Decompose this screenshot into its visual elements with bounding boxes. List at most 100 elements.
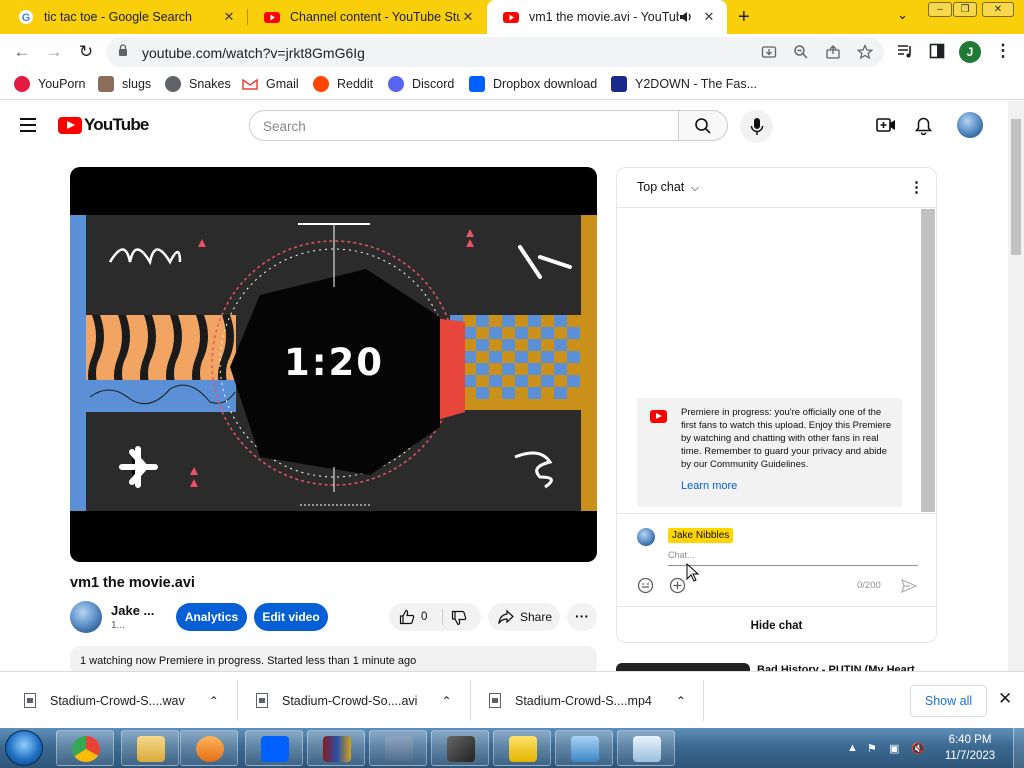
bookmark-dropbox[interactable]: Dropbox download <box>469 76 597 92</box>
chevron-up-icon[interactable]: ⌃ <box>441 694 451 708</box>
more-actions-icon[interactable]: ··· <box>567 603 597 631</box>
channel-avatar[interactable] <box>957 112 983 138</box>
owner-name[interactable]: Jake ... <box>111 603 154 618</box>
address-bar[interactable]: youtube.com/watch?v=jrkt8GmG6Ig <box>106 37 884 67</box>
bookmark-youporn[interactable]: YouPorn <box>14 76 86 92</box>
tab-youtube-studio[interactable]: Channel content - YouTube Studio ✕ <box>248 0 486 34</box>
minimize-icon[interactable]: – <box>928 2 952 17</box>
clock-time: 6:40 PM <box>948 734 992 746</box>
speaker-icon[interactable] <box>679 10 693 24</box>
thumbs-up-icon[interactable] <box>399 609 415 625</box>
taskbar-film[interactable] <box>431 730 489 766</box>
network-icon[interactable]: ▣ <box>889 742 899 755</box>
taskbar-winrar[interactable] <box>307 730 365 766</box>
taskbar-image-viewer[interactable] <box>555 730 613 766</box>
chevron-down-icon[interactable]: ⌄ <box>897 7 908 23</box>
volume-muted-icon[interactable]: 🔇 <box>911 742 925 755</box>
share-arrow-icon <box>498 610 514 624</box>
share-page-icon[interactable] <box>825 44 841 60</box>
zoom-icon[interactable] <box>793 44 809 60</box>
scrollbar-thumb[interactable] <box>1011 119 1021 255</box>
voice-search-button[interactable] <box>740 110 773 143</box>
tab-google-search[interactable]: G tic tac toe - Google Search ✕ <box>2 0 247 34</box>
char-counter: 0/200 <box>857 580 881 591</box>
search-input[interactable]: Search <box>249 110 679 141</box>
taskbar-explorer[interactable] <box>121 730 179 766</box>
learn-more-link[interactable]: Learn more <box>681 480 737 492</box>
chat-mode-dropdown[interactable]: Top chat ⌵ <box>637 180 699 195</box>
video-player[interactable]: 1:20 <box>70 167 597 562</box>
start-button[interactable] <box>5 730 43 766</box>
download-item[interactable]: Stadium-Crowd-So....avi ⌃ <box>256 672 452 729</box>
show-desktop-button[interactable] <box>1013 728 1024 768</box>
chevron-up-icon[interactable]: ⌃ <box>676 694 686 708</box>
youtube-logo[interactable]: YouTube <box>58 115 149 135</box>
show-all-button[interactable]: Show all <box>910 685 987 717</box>
search-button[interactable] <box>678 110 728 141</box>
bookmark-slugs[interactable]: slugs <box>98 76 151 92</box>
chat-user-name: Jake Nibbles <box>668 528 734 543</box>
download-item[interactable]: Stadium-Crowd-S....mp4 ⌃ <box>489 672 686 729</box>
edit-video-button[interactable]: Edit video <box>254 603 328 631</box>
install-icon[interactable] <box>761 44 777 60</box>
chat-scrollbar[interactable] <box>921 209 935 512</box>
emoji-icon[interactable] <box>637 577 654 594</box>
logo-text: YouTube <box>84 115 149 134</box>
close-window-icon[interactable]: ✕ <box>982 2 1014 17</box>
taskbar-media-player[interactable] <box>180 730 238 766</box>
page-scrollbar[interactable] <box>1008 101 1024 671</box>
forward-icon[interactable]: → <box>44 42 64 62</box>
side-panel-icon[interactable] <box>929 43 945 59</box>
taskbar-notepad[interactable] <box>617 730 675 766</box>
chevron-up-icon[interactable]: ⌃ <box>209 694 219 708</box>
download-filename: Stadium-Crowd-So....avi <box>282 693 418 708</box>
bookmark-discord[interactable]: Discord <box>388 76 454 92</box>
owner-avatar[interactable] <box>70 601 102 633</box>
download-filename: Stadium-Crowd-S....wav <box>50 693 185 708</box>
close-icon[interactable]: ✕ <box>221 9 237 25</box>
taskbar-paint[interactable] <box>369 730 427 766</box>
create-video-icon[interactable] <box>876 117 896 133</box>
close-shelf-icon[interactable]: ✕ <box>998 689 1012 709</box>
reload-icon[interactable]: ↻ <box>76 42 96 62</box>
chat-menu-icon[interactable]: ⋮ <box>909 178 924 196</box>
profile-avatar[interactable]: J <box>959 41 981 63</box>
add-icon[interactable] <box>669 577 686 594</box>
notice-text: Premiere in progress: you're officially … <box>681 407 892 470</box>
media-player-icon <box>196 736 224 762</box>
bookmark-snakes[interactable]: Snakes <box>165 76 231 92</box>
bookmark-gmail[interactable]: Gmail <box>242 76 299 92</box>
restore-icon[interactable]: ❐ <box>953 2 977 17</box>
flag-icon[interactable]: ⚑ <box>867 742 877 755</box>
notifications-bell-icon[interactable] <box>915 117 932 135</box>
hamburger-menu-icon[interactable] <box>20 118 36 136</box>
bookmark-reddit[interactable]: Reddit <box>313 76 373 92</box>
clock[interactable]: 6:40 PM 11/7/2023 <box>940 732 1000 764</box>
taskbar-notes[interactable] <box>493 730 551 766</box>
close-icon[interactable]: ✕ <box>460 9 476 25</box>
taskbar-chrome[interactable] <box>56 730 114 766</box>
thumbs-down-icon[interactable] <box>451 610 467 626</box>
bookmark-y2down[interactable]: Y2DOWN - The Fas... <box>611 76 757 92</box>
download-divider <box>470 680 471 721</box>
tab-current-video[interactable]: vm1 the movie.avi - YouTube ✕ <box>487 0 727 34</box>
back-icon[interactable]: ← <box>12 42 32 62</box>
chat-input[interactable]: Chat... <box>668 550 918 566</box>
y2down-icon <box>611 76 627 92</box>
bookmark-star-icon[interactable] <box>857 44 873 60</box>
download-item[interactable]: Stadium-Crowd-S....wav ⌃ <box>24 672 219 729</box>
media-control-icon[interactable] <box>897 43 913 59</box>
close-icon[interactable]: ✕ <box>701 9 717 25</box>
reddit-icon <box>313 76 329 92</box>
show-hidden-icons-icon[interactable]: ▲ <box>847 742 858 754</box>
youtube-header: YouTube Search <box>0 101 1008 149</box>
browser-menu-icon[interactable]: ⋮ <box>993 41 1013 61</box>
new-tab-icon[interactable]: + <box>738 6 750 29</box>
send-icon[interactable] <box>901 579 917 593</box>
hide-chat-button[interactable]: Hide chat <box>617 609 936 642</box>
analytics-button[interactable]: Analytics <box>176 603 247 631</box>
youtube-icon <box>264 12 280 23</box>
chrome-icon <box>72 736 100 762</box>
share-button[interactable]: Share <box>488 603 560 631</box>
taskbar-dropbox[interactable] <box>245 730 303 766</box>
